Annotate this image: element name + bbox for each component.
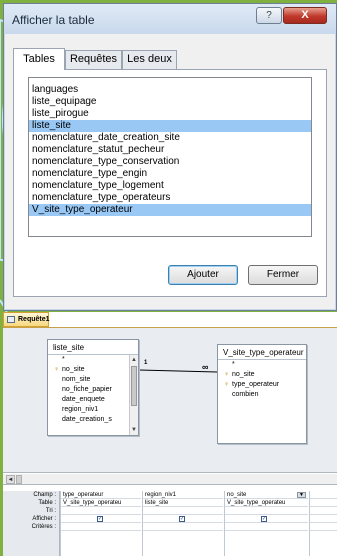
query-tab-label: Requête1 [18, 316, 50, 323]
add-button[interactable]: Ajouter [168, 265, 238, 285]
field-cell[interactable] [310, 491, 337, 499]
row-label-table: Table : [38, 500, 56, 506]
key-icon: ♀ [54, 366, 60, 373]
close-window-button[interactable]: X [283, 7, 327, 24]
query-design-window: Requête1 1 ∞ liste_site * ♀ no_site nom_s… [3, 312, 337, 556]
criteria-cell[interactable] [61, 523, 141, 531]
field-item[interactable]: * [218, 360, 306, 370]
tab-requetes[interactable]: Requêtes [65, 50, 122, 69]
tables-listbox[interactable]: languages liste_equipage liste_pirogue l… [28, 77, 312, 237]
field-cell[interactable]: type_operateur [61, 491, 141, 499]
criteria-cell[interactable] [225, 523, 308, 531]
show-checkbox[interactable]: ✓ [179, 516, 185, 522]
scroll-thumb[interactable] [16, 475, 22, 484]
field-item[interactable]: ♀ no_site [48, 365, 138, 375]
list-item[interactable]: nomenclature_type_logement [29, 180, 311, 192]
tab-tables[interactable]: Tables [13, 48, 65, 70]
show-cell: ✓ [225, 515, 308, 523]
field-item[interactable]: date_enquete [48, 395, 138, 405]
scroll-thumb[interactable] [131, 366, 137, 406]
field-item[interactable]: ♀ type_operateur [218, 380, 306, 390]
field-item[interactable]: region_niv1 [48, 405, 138, 415]
table-title[interactable]: liste_site [48, 340, 138, 355]
list-item[interactable]: nomenclature_type_operateurs [29, 192, 311, 204]
dialog-titlebar[interactable]: Afficher la table ? X [4, 4, 336, 34]
tab-requete1[interactable]: Requête1 [3, 312, 50, 327]
show-checkbox[interactable]: ✓ [97, 516, 103, 522]
show-cell: ✓ [61, 515, 141, 523]
show-table-dialog: Afficher la table ? X Tables Requêtes Le… [3, 3, 337, 311]
dialog-title: Afficher la table [12, 13, 95, 27]
grid-column-2: region_niv1 liste_site ✓ [142, 491, 223, 556]
table-cell[interactable]: V_site_type_operateu [225, 499, 308, 507]
close-button[interactable]: Fermer [248, 265, 318, 285]
key-icon: ♀ [224, 371, 230, 378]
query-grid: Champ : Table : Tri : Afficher : Critère… [3, 486, 337, 556]
dropdown-arrow-icon[interactable]: ▼ [297, 492, 306, 498]
tables-tab-panel: languages liste_equipage liste_pirogue l… [13, 69, 327, 297]
show-checkbox[interactable]: ✓ [261, 516, 267, 522]
table-cell[interactable]: liste_site [143, 499, 223, 507]
scroll-down-icon[interactable]: ▼ [130, 426, 138, 434]
table-box-liste-site[interactable]: liste_site * ♀ no_site nom_site no_fiche_… [47, 339, 139, 436]
field-cell[interactable]: no_site ▼ [225, 491, 308, 499]
relationship-many-label: ∞ [202, 362, 209, 372]
grid-column-3: no_site ▼ V_site_type_operateu ✓ [224, 491, 308, 556]
dialog-body: Tables Requêtes Les deux languages liste… [9, 40, 331, 305]
table-scrollbar[interactable]: ▲ ▼ [129, 355, 138, 435]
scroll-up-icon[interactable]: ▲ [130, 356, 138, 364]
field-item[interactable]: no_fiche_papier [48, 385, 138, 395]
query-icon [7, 316, 15, 323]
criteria-cell[interactable] [310, 523, 337, 531]
criteria-cell[interactable] [143, 523, 223, 531]
list-item[interactable]: liste_pirogue [29, 108, 311, 120]
row-label-tri: Tri : [45, 508, 56, 514]
list-item[interactable]: nomenclature_type_engin [29, 168, 311, 180]
list-item[interactable]: nomenclature_type_conservation [29, 156, 311, 168]
sort-cell[interactable] [225, 507, 308, 515]
field-item[interactable]: nom_site [48, 375, 138, 385]
table-cell[interactable]: V_site_type_operateu [61, 499, 141, 507]
grid-row-labels: Champ : Table : Tri : Afficher : Critère… [3, 491, 60, 556]
list-item[interactable]: V_site_type_operateur [29, 204, 311, 216]
scroll-left-icon[interactable]: ◄ [6, 475, 15, 484]
sort-cell[interactable] [310, 507, 337, 515]
row-label-afficher: Afficher : [32, 516, 56, 522]
table-title[interactable]: V_site_type_operateur [218, 345, 306, 360]
show-cell: ✓ [143, 515, 223, 523]
list-item[interactable]: languages [29, 84, 311, 96]
help-button[interactable]: ? [256, 7, 282, 24]
list-item[interactable]: nomenclature_statut_pecheur [29, 144, 311, 156]
key-icon: ♀ [224, 381, 230, 388]
relationship-one-label: 1 [144, 360, 148, 366]
sort-cell[interactable] [61, 507, 141, 515]
field-item[interactable]: * [48, 355, 138, 365]
list-item[interactable]: liste_equipage [29, 96, 311, 108]
sort-cell[interactable] [143, 507, 223, 515]
field-item[interactable]: ♀ no_site [218, 370, 306, 380]
show-cell[interactable] [310, 515, 337, 523]
list-item[interactable]: nomenclature_date_creation_site [29, 132, 311, 144]
design-horizontal-scrollbar[interactable]: ◄ [3, 474, 337, 485]
grid-column-1: type_operateur V_site_type_operateu ✓ [60, 491, 141, 556]
grid-column-empty [309, 491, 337, 556]
row-label-champ: Champ : [33, 492, 56, 498]
table-cell[interactable] [310, 499, 337, 507]
tab-les-deux[interactable]: Les deux [122, 50, 177, 69]
table-box-v-site-type-operateur[interactable]: V_site_type_operateur * ♀ no_site ♀ type_o… [217, 344, 307, 444]
query-design-area[interactable]: 1 ∞ liste_site * ♀ no_site nom_site no_fi… [3, 328, 337, 473]
field-item[interactable]: combien [218, 390, 306, 400]
list-item[interactable]: liste_site [29, 120, 311, 132]
row-label-criteres: Critères : [31, 524, 56, 530]
field-cell[interactable]: region_niv1 [143, 491, 223, 499]
field-item[interactable]: date_creation_s [48, 415, 138, 425]
